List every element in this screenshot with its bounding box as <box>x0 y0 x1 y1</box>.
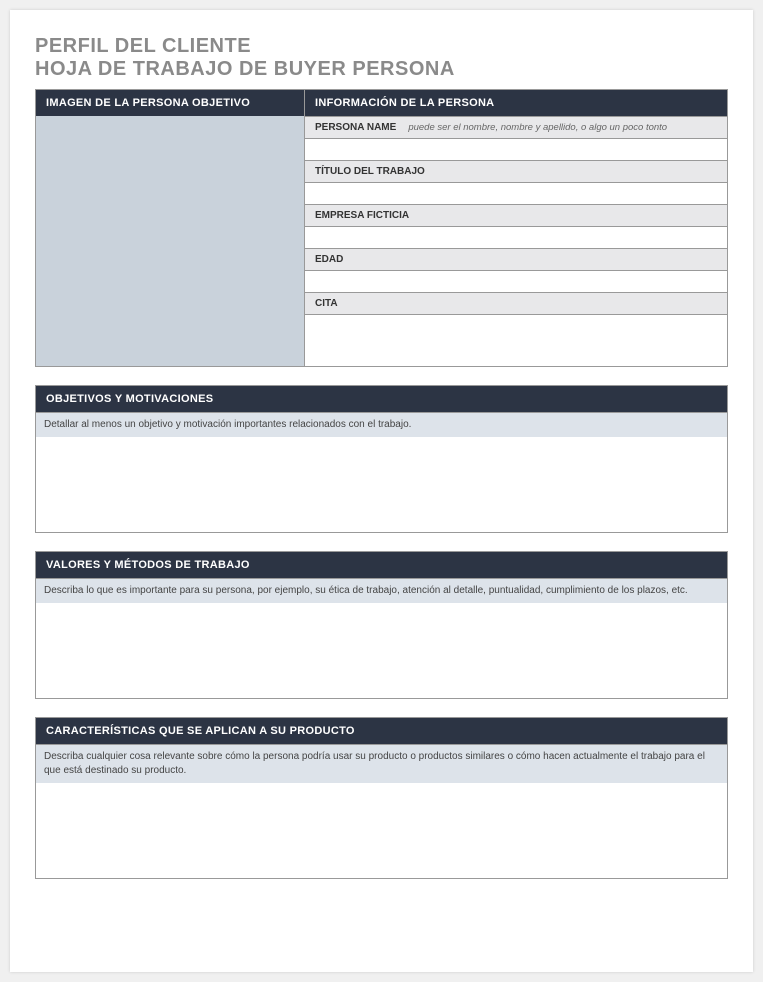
characteristics-header: CARACTERÍSTICAS QUE SE APLICAN A SU PROD… <box>36 718 727 744</box>
job-title-label: TÍTULO DEL TRABAJO <box>315 166 425 177</box>
info-column: INFORMACIÓN DE LA PERSONA PERSONA NAME p… <box>304 90 727 366</box>
image-header: IMAGEN DE LA PERSONA OBJETIVO <box>36 90 304 116</box>
quote-label-row: CITA <box>305 292 727 314</box>
worksheet-page: PERFIL DEL CLIENTE HOJA DE TRABAJO DE BU… <box>10 10 753 972</box>
objectives-section: OBJETIVOS Y MOTIVACIONES Detallar al men… <box>35 385 728 533</box>
persona-name-hint: puede ser el nombre, nombre y apellido, … <box>408 122 667 133</box>
values-header: VALORES Y MÉTODOS DE TRABAJO <box>36 552 727 578</box>
job-title-label-row: TÍTULO DEL TRABAJO <box>305 160 727 182</box>
values-description: Describa lo que es importante para su pe… <box>36 578 727 603</box>
characteristics-description: Describa cualquier cosa relevante sobre … <box>36 744 727 783</box>
characteristics-content[interactable] <box>36 783 727 878</box>
persona-name-label: PERSONA NAME <box>315 122 396 133</box>
company-label: EMPRESA FICTICIA <box>315 210 409 221</box>
page-title-line1: PERFIL DEL CLIENTE <box>35 35 728 58</box>
quote-input[interactable] <box>305 314 727 366</box>
persona-info-section: IMAGEN DE LA PERSONA OBJETIVO INFORMACIÓ… <box>35 89 728 367</box>
objectives-content[interactable] <box>36 437 727 532</box>
values-section: VALORES Y MÉTODOS DE TRABAJO Describa lo… <box>35 551 728 699</box>
image-column: IMAGEN DE LA PERSONA OBJETIVO <box>36 90 304 366</box>
age-input[interactable] <box>305 270 727 292</box>
persona-name-label-row: PERSONA NAME puede ser el nombre, nombre… <box>305 116 727 138</box>
persona-name-input[interactable] <box>305 138 727 160</box>
objectives-description: Detallar al menos un objetivo y motivaci… <box>36 412 727 437</box>
page-title-line2: HOJA DE TRABAJO DE BUYER PERSONA <box>35 58 728 81</box>
quote-label: CITA <box>315 298 338 309</box>
values-content[interactable] <box>36 603 727 698</box>
age-label: EDAD <box>315 254 343 265</box>
age-label-row: EDAD <box>305 248 727 270</box>
job-title-input[interactable] <box>305 182 727 204</box>
company-label-row: EMPRESA FICTICIA <box>305 204 727 226</box>
persona-image-placeholder[interactable] <box>36 116 304 366</box>
characteristics-section: CARACTERÍSTICAS QUE SE APLICAN A SU PROD… <box>35 717 728 879</box>
company-input[interactable] <box>305 226 727 248</box>
objectives-header: OBJETIVOS Y MOTIVACIONES <box>36 386 727 412</box>
info-header: INFORMACIÓN DE LA PERSONA <box>305 90 727 116</box>
